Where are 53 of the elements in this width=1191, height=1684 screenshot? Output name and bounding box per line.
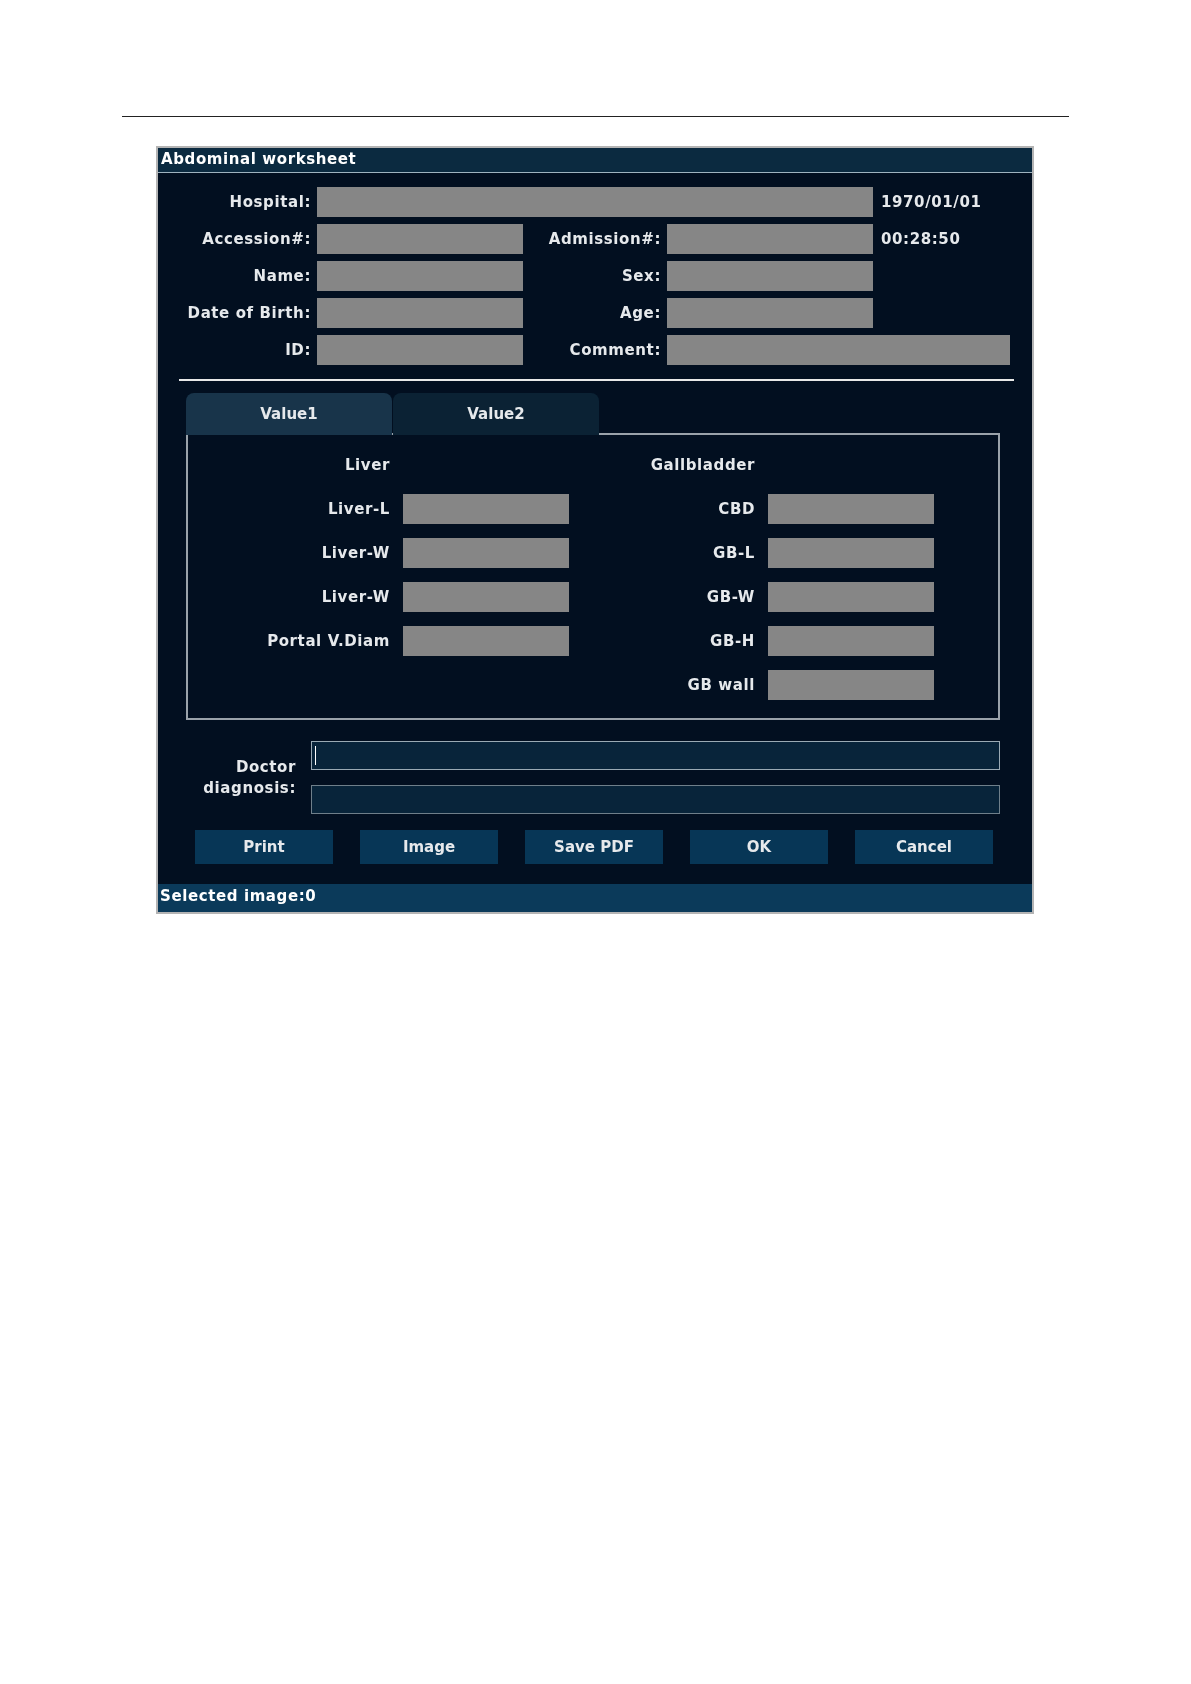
input-field[interactable]	[317, 224, 523, 254]
input-field[interactable]	[317, 298, 523, 328]
action-button[interactable]: Save PDF	[525, 830, 663, 864]
info-text: 00:28:50	[880, 230, 962, 248]
input-field[interactable]	[667, 261, 873, 291]
field-label: GB-L	[712, 544, 755, 562]
field-label: GB-H	[709, 632, 755, 650]
input-field[interactable]	[317, 335, 523, 365]
field-label: Liver-W	[320, 588, 390, 606]
field-label: ID:	[284, 341, 311, 359]
input-field[interactable]	[768, 538, 934, 568]
field-label: Date of Birth:	[186, 304, 311, 322]
field-label: CBD	[717, 500, 755, 518]
action-button[interactable]: Image	[360, 830, 498, 864]
input-field[interactable]	[667, 298, 873, 328]
field-label: Accession#:	[201, 230, 311, 248]
input-field[interactable]	[317, 261, 523, 291]
input-field[interactable]	[768, 582, 934, 612]
field-label: Admission#:	[547, 230, 661, 248]
input-field[interactable]	[403, 538, 569, 568]
info-text: 1970/01/01	[880, 193, 983, 211]
field-label: GB-W	[705, 588, 755, 606]
text-cursor	[315, 746, 316, 765]
window-title: Abdominal worksheet	[158, 148, 1032, 173]
input-field[interactable]	[403, 582, 569, 612]
field-label: Portal V.Diam	[266, 632, 390, 650]
input-field[interactable]	[403, 626, 569, 656]
input-field[interactable]	[667, 224, 873, 254]
action-button[interactable]: Cancel	[855, 830, 993, 864]
field-label: Doctor diagnosis:	[202, 756, 296, 799]
action-button[interactable]: Print	[195, 830, 333, 864]
input-field[interactable]	[768, 670, 934, 700]
field-label: Liver-L	[326, 500, 390, 518]
group-title: Liver	[343, 456, 390, 474]
status-bar: Selected image:0	[158, 884, 1032, 912]
input-field[interactable]	[403, 494, 569, 524]
input-field[interactable]	[311, 785, 1000, 814]
input-field[interactable]	[317, 187, 873, 217]
field-label: GB wall	[686, 676, 755, 694]
field-label: Sex:	[620, 267, 661, 285]
input-field[interactable]	[768, 494, 934, 524]
field-label: Hospital:	[228, 193, 311, 211]
field-label: Age:	[619, 304, 661, 322]
group-title: Gallbladder	[649, 456, 755, 474]
input-field[interactable]	[768, 626, 934, 656]
field-label: Name:	[252, 267, 311, 285]
action-button[interactable]: OK	[690, 830, 828, 864]
input-field[interactable]	[311, 741, 1000, 770]
tab[interactable]: Value2	[393, 393, 599, 435]
field-label: Comment:	[568, 341, 661, 359]
input-field[interactable]	[667, 335, 1010, 365]
tab[interactable]: Value1	[186, 393, 392, 435]
field-label: Liver-W	[320, 544, 390, 562]
